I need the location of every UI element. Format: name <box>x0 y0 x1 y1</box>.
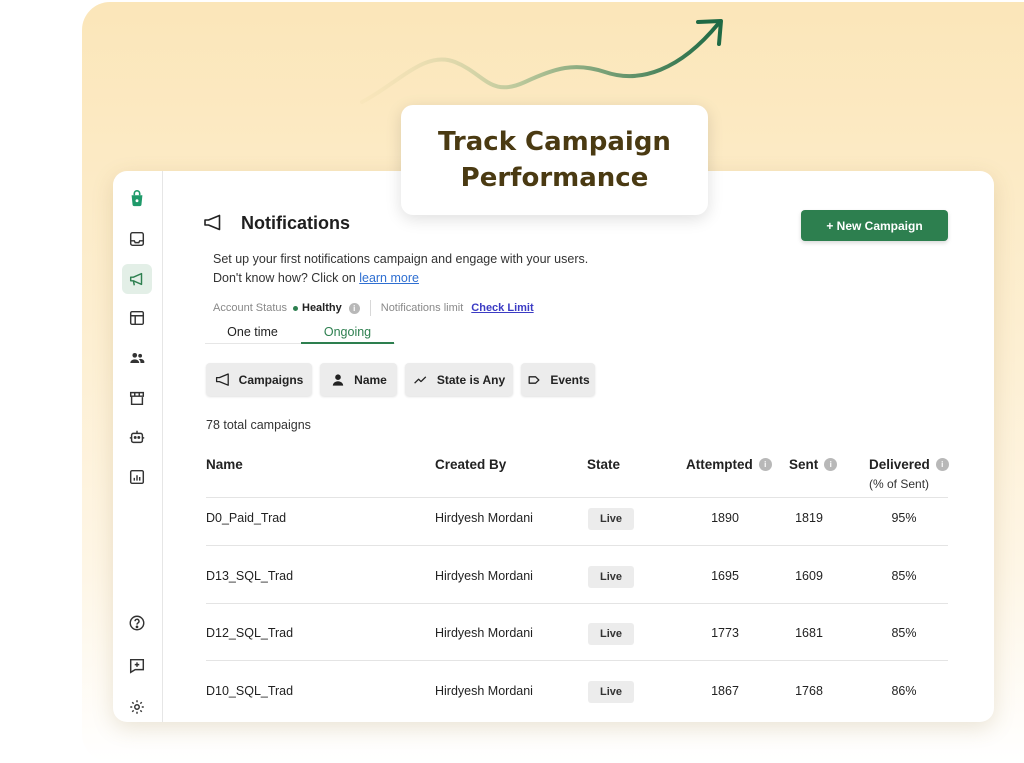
attempted-count: 1867 <box>711 684 739 698</box>
header-label: Sent <box>789 457 819 472</box>
stage: Notifications + New Campaign Set up your… <box>0 0 1024 763</box>
delivered-percent: 85% <box>891 626 917 640</box>
status-dot-icon <box>293 305 298 311</box>
person-icon <box>332 373 344 386</box>
campaign-name: D12_SQL_Trad <box>206 626 294 640</box>
divider <box>369 300 371 316</box>
filter-state-button[interactable]: State is Any <box>405 363 513 396</box>
filter-campaigns-button[interactable]: Campaigns <box>206 363 312 396</box>
sent-count: 1819 <box>795 511 823 525</box>
new-campaign-button[interactable]: + New Campaign <box>801 210 948 241</box>
total-campaigns-count: 78 total campaigns <box>206 418 311 432</box>
row-divider <box>206 603 948 604</box>
delivered-subheader: (% of Sent) <box>869 477 930 491</box>
hero-title-line-2: Performance <box>460 163 649 193</box>
growth-arrow-graphic <box>360 19 723 104</box>
tag-icon <box>528 375 540 384</box>
table-row[interactable] <box>206 614 948 672</box>
filter-events-button[interactable]: Events <box>521 363 595 396</box>
tab-one-time[interactable]: One time <box>205 322 300 344</box>
chart-icon[interactable] <box>122 462 152 492</box>
learn-more-link[interactable]: learn more <box>359 271 419 285</box>
megaphone-icon <box>203 213 223 233</box>
row-divider <box>206 660 948 661</box>
bot-icon[interactable] <box>122 422 152 452</box>
header-label: Delivered <box>869 457 930 472</box>
account-status-label: Account Status <box>213 302 287 314</box>
column-header-name[interactable]: Name <box>206 457 243 472</box>
filter-label: Events <box>550 372 590 387</box>
trend-icon <box>414 375 427 384</box>
megaphone-icon <box>215 372 229 386</box>
filter-label: Campaigns <box>238 372 304 387</box>
column-header-delivered[interactable]: Delivered i <box>869 457 949 472</box>
description-line-2: Don't know how? Click on <box>213 271 360 285</box>
attempted-count: 1890 <box>711 511 739 525</box>
megaphone-icon[interactable] <box>122 264 152 294</box>
created-by: Hirdyesh Mordani <box>435 626 533 640</box>
created-by: Hirdyesh Mordani <box>435 569 533 583</box>
gear-icon[interactable] <box>122 692 152 722</box>
filter-label: State is Any <box>436 372 506 387</box>
delivered-percent: 86% <box>891 684 917 698</box>
header-label: Attempted <box>686 457 753 472</box>
sidebar <box>113 171 163 722</box>
store-icon[interactable] <box>122 383 152 413</box>
delivered-percent: 95% <box>891 511 917 525</box>
info-icon[interactable]: i <box>348 302 360 314</box>
row-divider <box>206 497 948 498</box>
table-row[interactable] <box>206 557 948 615</box>
state-badge: Live <box>588 508 634 530</box>
attempted-count: 1773 <box>711 626 739 640</box>
state-badge: Live <box>588 623 634 645</box>
column-header-sent[interactable]: Sent i <box>789 457 838 472</box>
help-icon[interactable] <box>122 608 152 638</box>
inbox-icon[interactable] <box>122 224 152 254</box>
info-icon[interactable]: i <box>935 458 949 471</box>
account-status-value: Healthy <box>302 302 342 314</box>
sent-count: 1768 <box>795 684 823 698</box>
tab-ongoing[interactable]: Ongoing <box>301 322 394 344</box>
app-logo-icon[interactable] <box>122 183 152 213</box>
campaign-name: D13_SQL_Trad <box>206 569 294 583</box>
row-divider <box>206 545 948 546</box>
column-header-attempted[interactable]: Attempted i <box>686 457 772 472</box>
notifications-limit-label: Notifications limit <box>380 302 464 314</box>
created-by: Hirdyesh Mordani <box>435 684 533 698</box>
page-description: Set up your first notifications campaign… <box>213 250 588 288</box>
hero-title-line-1: Track Campaign <box>438 127 671 157</box>
state-badge: Live <box>588 566 634 588</box>
info-icon[interactable]: i <box>824 458 838 471</box>
attempted-count: 1695 <box>711 569 739 583</box>
campaign-name: D0_Paid_Trad <box>206 511 287 525</box>
feedback-icon[interactable] <box>122 651 152 681</box>
column-header-created-by[interactable]: Created By <box>435 457 506 472</box>
delivered-percent: 85% <box>891 569 917 583</box>
created-by: Hirdyesh Mordani <box>435 511 533 525</box>
sent-count: 1609 <box>795 569 823 583</box>
description-line-1: Set up your first notifications campaign… <box>213 252 589 266</box>
sent-count: 1681 <box>795 626 823 640</box>
check-limit-link[interactable]: Check Limit <box>471 302 533 314</box>
hero-title: Track Campaign Performance <box>401 105 708 215</box>
campaign-name: D10_SQL_Trad <box>206 684 294 698</box>
filter-label: Name <box>354 372 387 387</box>
users-icon[interactable] <box>122 343 152 373</box>
table-row[interactable] <box>206 499 948 557</box>
layout-icon[interactable] <box>122 303 152 333</box>
column-header-state[interactable]: State <box>587 457 620 472</box>
filter-name-button[interactable]: Name <box>320 363 397 396</box>
info-icon[interactable]: i <box>758 458 772 471</box>
state-badge: Live <box>588 681 634 703</box>
dashboard-card: Notifications + New Campaign Set up your… <box>113 171 994 722</box>
page-title: Notifications <box>241 213 351 233</box>
status-row: Account Status Healthy i Notifications l… <box>213 300 534 316</box>
